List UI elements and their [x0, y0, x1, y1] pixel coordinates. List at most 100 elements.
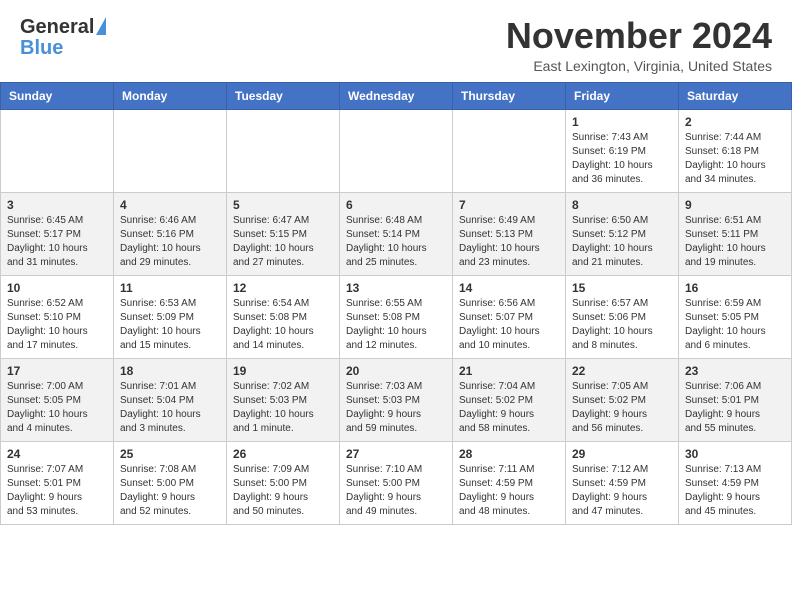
- day-info: Sunrise: 6:54 AM Sunset: 5:08 PM Dayligh…: [233, 297, 333, 353]
- calendar-cell: 30 Sunrise: 7:13 AM Sunset: 4:59 PM Dayli…: [679, 441, 792, 524]
- calendar-cell: 8 Sunrise: 6:50 AM Sunset: 5:12 PM Daylig…: [566, 192, 679, 275]
- day-number: 9: [685, 198, 785, 212]
- day-info: Sunrise: 7:04 AM Sunset: 5:02 PM Dayligh…: [459, 380, 559, 436]
- day-number: 28: [459, 447, 559, 461]
- day-number: 10: [7, 281, 107, 295]
- day-number: 16: [685, 281, 785, 295]
- calendar-cell: 12 Sunrise: 6:54 AM Sunset: 5:08 PM Dayli…: [227, 275, 340, 358]
- day-info: Sunrise: 7:00 AM Sunset: 5:05 PM Dayligh…: [7, 380, 107, 436]
- calendar-cell: 21 Sunrise: 7:04 AM Sunset: 5:02 PM Dayli…: [453, 358, 566, 441]
- day-number: 21: [459, 364, 559, 378]
- day-number: 18: [120, 364, 220, 378]
- calendar-cell: 19 Sunrise: 7:02 AM Sunset: 5:03 PM Dayli…: [227, 358, 340, 441]
- day-of-week-header: Thursday: [453, 82, 566, 109]
- day-number: 6: [346, 198, 446, 212]
- day-of-week-header: Tuesday: [227, 82, 340, 109]
- calendar-cell: 17 Sunrise: 7:00 AM Sunset: 5:05 PM Dayli…: [1, 358, 114, 441]
- day-info: Sunrise: 7:09 AM Sunset: 5:00 PM Dayligh…: [233, 463, 333, 519]
- calendar-cell: [453, 109, 566, 192]
- day-info: Sunrise: 7:02 AM Sunset: 5:03 PM Dayligh…: [233, 380, 333, 436]
- day-info: Sunrise: 6:57 AM Sunset: 5:06 PM Dayligh…: [572, 297, 672, 353]
- day-number: 8: [572, 198, 672, 212]
- day-number: 24: [7, 447, 107, 461]
- day-info: Sunrise: 7:10 AM Sunset: 5:00 PM Dayligh…: [346, 463, 446, 519]
- calendar-cell: 24 Sunrise: 7:07 AM Sunset: 5:01 PM Dayli…: [1, 441, 114, 524]
- day-number: 3: [7, 198, 107, 212]
- day-info: Sunrise: 7:03 AM Sunset: 5:03 PM Dayligh…: [346, 380, 446, 436]
- day-of-week-header: Sunday: [1, 82, 114, 109]
- day-number: 12: [233, 281, 333, 295]
- day-number: 11: [120, 281, 220, 295]
- day-number: 22: [572, 364, 672, 378]
- day-number: 27: [346, 447, 446, 461]
- calendar-cell: 22 Sunrise: 7:05 AM Sunset: 5:02 PM Dayli…: [566, 358, 679, 441]
- calendar-cell: 5 Sunrise: 6:47 AM Sunset: 5:15 PM Daylig…: [227, 192, 340, 275]
- calendar-cell: 7 Sunrise: 6:49 AM Sunset: 5:13 PM Daylig…: [453, 192, 566, 275]
- calendar-cell: 10 Sunrise: 6:52 AM Sunset: 5:10 PM Dayli…: [1, 275, 114, 358]
- location: East Lexington, Virginia, United States: [506, 58, 772, 74]
- calendar-cell: 28 Sunrise: 7:11 AM Sunset: 4:59 PM Dayli…: [453, 441, 566, 524]
- day-info: Sunrise: 7:05 AM Sunset: 5:02 PM Dayligh…: [572, 380, 672, 436]
- day-number: 14: [459, 281, 559, 295]
- day-info: Sunrise: 6:46 AM Sunset: 5:16 PM Dayligh…: [120, 214, 220, 270]
- day-number: 20: [346, 364, 446, 378]
- calendar-cell: [114, 109, 227, 192]
- day-info: Sunrise: 7:11 AM Sunset: 4:59 PM Dayligh…: [459, 463, 559, 519]
- day-info: Sunrise: 7:13 AM Sunset: 4:59 PM Dayligh…: [685, 463, 785, 519]
- logo: General Blue: [20, 16, 106, 60]
- calendar-cell: 2 Sunrise: 7:44 AM Sunset: 6:18 PM Daylig…: [679, 109, 792, 192]
- month-title: November 2024: [506, 16, 772, 56]
- calendar-cell: [340, 109, 453, 192]
- day-info: Sunrise: 7:44 AM Sunset: 6:18 PM Dayligh…: [685, 131, 785, 187]
- logo-general-text: General: [20, 16, 94, 39]
- header: General Blue November 2024 East Lexingto…: [0, 0, 792, 82]
- day-number: 26: [233, 447, 333, 461]
- calendar-cell: 29 Sunrise: 7:12 AM Sunset: 4:59 PM Dayli…: [566, 441, 679, 524]
- day-number: 29: [572, 447, 672, 461]
- calendar-cell: 27 Sunrise: 7:10 AM Sunset: 5:00 PM Dayli…: [340, 441, 453, 524]
- day-of-week-header: Wednesday: [340, 82, 453, 109]
- calendar-cell: 25Sunrise: 7:08 AM Sunset: 5:00 PM Dayli…: [114, 441, 227, 524]
- day-info: Sunrise: 6:50 AM Sunset: 5:12 PM Dayligh…: [572, 214, 672, 270]
- calendar-cell: 13 Sunrise: 6:55 AM Sunset: 5:08 PM Dayli…: [340, 275, 453, 358]
- calendar-cell: 23 Sunrise: 7:06 AM Sunset: 5:01 PM Dayli…: [679, 358, 792, 441]
- day-number: 30: [685, 447, 785, 461]
- day-info: Sunrise: 6:45 AM Sunset: 5:17 PM Dayligh…: [7, 214, 107, 270]
- calendar-cell: 18 Sunrise: 7:01 AM Sunset: 5:04 PM Dayli…: [114, 358, 227, 441]
- calendar-cell: 11 Sunrise: 6:53 AM Sunset: 5:09 PM Dayli…: [114, 275, 227, 358]
- day-number: 4: [120, 198, 220, 212]
- day-info: Sunrise: 7:12 AM Sunset: 4:59 PM Dayligh…: [572, 463, 672, 519]
- day-info: Sunrise: 7:06 AM Sunset: 5:01 PM Dayligh…: [685, 380, 785, 436]
- day-number: 5: [233, 198, 333, 212]
- day-number: 15: [572, 281, 672, 295]
- calendar-cell: 20 Sunrise: 7:03 AM Sunset: 5:03 PM Dayli…: [340, 358, 453, 441]
- day-of-week-header: Friday: [566, 82, 679, 109]
- day-info: Sunrise: 6:47 AM Sunset: 5:15 PM Dayligh…: [233, 214, 333, 270]
- calendar-cell: [1, 109, 114, 192]
- calendar-cell: 26 Sunrise: 7:09 AM Sunset: 5:00 PM Dayli…: [227, 441, 340, 524]
- day-number: 17: [7, 364, 107, 378]
- calendar-cell: 14 Sunrise: 6:56 AM Sunset: 5:07 PM Dayli…: [453, 275, 566, 358]
- day-info: Sunrise: 7:01 AM Sunset: 5:04 PM Dayligh…: [120, 380, 220, 436]
- day-info: Sunrise: 6:49 AM Sunset: 5:13 PM Dayligh…: [459, 214, 559, 270]
- day-number: 7: [459, 198, 559, 212]
- calendar-cell: 4 Sunrise: 6:46 AM Sunset: 5:16 PM Daylig…: [114, 192, 227, 275]
- day-number: 2: [685, 115, 785, 129]
- day-info: Sunrise: 6:48 AM Sunset: 5:14 PM Dayligh…: [346, 214, 446, 270]
- day-number: 19: [233, 364, 333, 378]
- day-info: Sunrise: 6:53 AM Sunset: 5:09 PM Dayligh…: [120, 297, 220, 353]
- day-number: 23: [685, 364, 785, 378]
- calendar-cell: 6 Sunrise: 6:48 AM Sunset: 5:14 PM Daylig…: [340, 192, 453, 275]
- day-info: Sunrise: 6:52 AM Sunset: 5:10 PM Dayligh…: [7, 297, 107, 353]
- title-block: November 2024 East Lexington, Virginia, …: [506, 16, 772, 74]
- day-info: Sunrise: 6:51 AM Sunset: 5:11 PM Dayligh…: [685, 214, 785, 270]
- calendar-cell: [227, 109, 340, 192]
- day-number: 1: [572, 115, 672, 129]
- day-info: Sunrise: 7:43 AM Sunset: 6:19 PM Dayligh…: [572, 131, 672, 187]
- day-info: Sunrise: 6:56 AM Sunset: 5:07 PM Dayligh…: [459, 297, 559, 353]
- calendar: SundayMondayTuesdayWednesdayThursdayFrid…: [0, 82, 792, 525]
- day-info: Sunrise: 6:55 AM Sunset: 5:08 PM Dayligh…: [346, 297, 446, 353]
- day-info: Sunrise: 7:07 AM Sunset: 5:01 PM Dayligh…: [7, 463, 107, 519]
- day-number: 13: [346, 281, 446, 295]
- calendar-cell: 1 Sunrise: 7:43 AM Sunset: 6:19 PM Daylig…: [566, 109, 679, 192]
